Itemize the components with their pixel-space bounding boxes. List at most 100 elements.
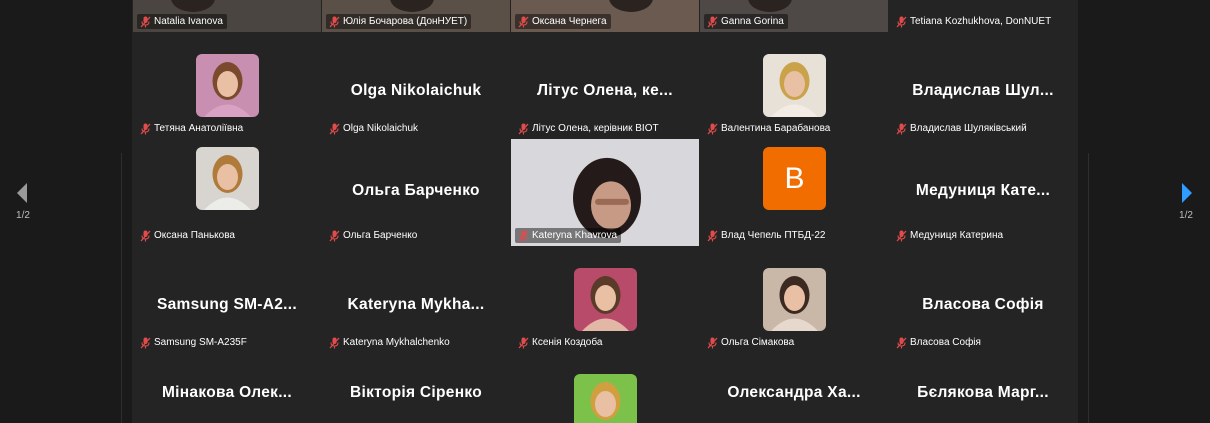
participant-name-label: Валентина Барабанова xyxy=(704,121,834,136)
participant-tile[interactable]: Власова Софія Власова Софія xyxy=(889,260,1077,353)
divider xyxy=(1088,153,1089,423)
participant-display-name: Власова Софія xyxy=(922,295,1044,313)
participant-tile[interactable]: Бєлякова Марг... xyxy=(889,366,1077,423)
avatar-photo xyxy=(763,54,826,117)
participant-display-name: Вікторія Сіренко xyxy=(349,383,482,401)
participant-name-label: Kateryna Mykhalchenko xyxy=(326,335,454,350)
participant-name-label: Ganna Gorina xyxy=(704,14,788,29)
participant-tile[interactable]: Владислав Шул... Владислав Шуляківський xyxy=(889,46,1077,139)
participant-tile[interactable]: Olga Nikolaichuk Olga Nikolaichuk xyxy=(322,46,510,139)
participant-name: Влад Чепель ПТБД-22 xyxy=(721,230,826,241)
participant-name-label: Юлія Бочарова (ДонНУЕТ) xyxy=(326,14,472,29)
participant-name-label: Тетяна Анатоліївна xyxy=(137,121,247,136)
participant-name: Літус Олена, керівник BIOT xyxy=(532,123,659,134)
divider xyxy=(121,153,122,423)
participant-name-label: Ксенія Коздоба xyxy=(515,335,606,350)
participant-tile[interactable]: Ольга Сімакова xyxy=(700,260,888,353)
avatar-photo xyxy=(574,268,637,331)
participant-name: Ольга Барченко xyxy=(343,230,418,241)
participant-name-label: Ольга Сімакова xyxy=(704,335,798,350)
muted-mic-icon xyxy=(329,230,340,241)
participant-name-label: Оксана Панькова xyxy=(137,228,239,243)
participant-name: Olga Nikolaichuk xyxy=(343,123,419,134)
muted-mic-icon xyxy=(140,16,151,27)
participant-tile[interactable]: B Влад Чепель ПТБД-22 xyxy=(700,139,888,246)
participant-tile[interactable]: Kateryna Khavrova xyxy=(511,139,699,246)
chevron-left-icon xyxy=(17,183,27,203)
participant-tile[interactable]: Вікторія Сіренко xyxy=(322,366,510,423)
participant-name-label: Власова Софія xyxy=(893,335,985,350)
avatar-photo xyxy=(196,147,259,210)
muted-mic-icon xyxy=(140,230,151,241)
participant-name: Власова Софія xyxy=(910,337,981,348)
participant-display-name: Медуниця Кате... xyxy=(915,181,1051,199)
next-page-button[interactable] xyxy=(1177,178,1197,208)
participant-tile[interactable]: Natalia Ivanova xyxy=(133,0,321,32)
participant-name: Ganna Gorina xyxy=(721,16,784,27)
participant-name-label: Владислав Шуляківський xyxy=(893,121,1031,136)
participant-name: Оксана Панькова xyxy=(154,230,235,241)
participant-name: Tetiana Kozhukhova, DonNUET xyxy=(910,16,1052,27)
participant-name-label: Оксана Чернега xyxy=(515,14,611,29)
muted-mic-icon xyxy=(329,337,340,348)
participant-name-label: Літус Олена, керівник BIOT xyxy=(515,121,663,136)
muted-mic-icon xyxy=(518,16,529,27)
participant-name: Kateryna Khavrova xyxy=(532,230,618,241)
participant-name: Ксенія Коздоба xyxy=(532,337,603,348)
participant-display-name: Kateryna Mykha... xyxy=(347,295,485,313)
participant-tile[interactable]: Мінакова Олек... xyxy=(133,366,321,423)
muted-mic-icon xyxy=(707,337,718,348)
participant-name-label: Медуниця Катерина xyxy=(893,228,1007,243)
muted-mic-icon xyxy=(707,230,718,241)
muted-mic-icon xyxy=(707,16,718,27)
avatar-photo xyxy=(574,374,637,423)
participant-tile[interactable] xyxy=(511,366,699,423)
avatar xyxy=(763,54,826,117)
muted-mic-icon xyxy=(896,230,907,241)
participant-name: Тетяна Анатоліївна xyxy=(154,123,244,134)
participant-tile[interactable]: Ольга Барченко Ольга Барченко xyxy=(322,139,510,246)
participant-name-label: Olga Nikolaichuk xyxy=(326,121,422,136)
participant-tile[interactable]: Оксана Панькова xyxy=(133,139,321,246)
participant-name: Владислав Шуляківський xyxy=(910,123,1027,134)
participant-tile[interactable]: Юлія Бочарова (ДонНУЕТ) xyxy=(322,0,510,32)
muted-mic-icon xyxy=(518,123,529,134)
avatar-photo xyxy=(763,268,826,331)
avatar xyxy=(763,268,826,331)
participant-tile[interactable]: Валентина Барабанова xyxy=(700,46,888,139)
participant-tile[interactable]: Медуниця Кате... Медуниця Катерина xyxy=(889,139,1077,246)
previous-page-button[interactable] xyxy=(12,178,32,208)
muted-mic-icon xyxy=(896,123,907,134)
participant-tile[interactable]: Kateryna Mykha... Kateryna Mykhalchenko xyxy=(322,260,510,353)
participant-name: Оксана Чернега xyxy=(532,16,607,27)
avatar xyxy=(574,268,637,331)
muted-mic-icon xyxy=(518,230,529,241)
participant-tile[interactable]: Samsung SM-A2... Samsung SM-A235F xyxy=(133,260,321,353)
muted-mic-icon xyxy=(140,123,151,134)
page-indicator-right: 1/2 xyxy=(1179,210,1193,221)
participant-display-name: Бєлякова Марг... xyxy=(917,383,1049,401)
participant-tile[interactable]: Літус Олена, ке... Літус Олена, керівник … xyxy=(511,46,699,139)
muted-mic-icon xyxy=(896,16,907,27)
muted-mic-icon xyxy=(707,123,718,134)
participant-display-name: Ольга Барченко xyxy=(352,181,480,199)
muted-mic-icon xyxy=(518,337,529,348)
participant-name: Samsung SM-A235F xyxy=(154,337,247,348)
participant-tile[interactable]: Тетяна Анатоліївна xyxy=(133,46,321,139)
participant-tile[interactable]: Ganna Gorina xyxy=(700,0,888,32)
participant-tile[interactable]: Tetiana Kozhukhova, DonNUET xyxy=(889,0,1077,32)
participant-name: Natalia Ivanova xyxy=(154,16,223,27)
participant-tile[interactable]: Оксана Чернега xyxy=(511,0,699,32)
participant-name: Юлія Бочарова (ДонНУЕТ) xyxy=(343,16,468,27)
participant-display-name: Olga Nikolaichuk xyxy=(350,81,482,99)
participant-name: Медуниця Катерина xyxy=(910,230,1004,241)
muted-mic-icon xyxy=(140,337,151,348)
participant-display-name: Олександра Ха... xyxy=(727,383,861,401)
participant-tile[interactable]: Олександра Ха... xyxy=(700,366,888,423)
muted-mic-icon xyxy=(896,337,907,348)
avatar-photo xyxy=(196,54,259,117)
participant-display-name: Мінакова Олек... xyxy=(161,383,293,401)
participant-name-label: Влад Чепель ПТБД-22 xyxy=(704,228,829,243)
participant-tile[interactable]: Ксенія Коздоба xyxy=(511,260,699,353)
avatar xyxy=(196,54,259,117)
